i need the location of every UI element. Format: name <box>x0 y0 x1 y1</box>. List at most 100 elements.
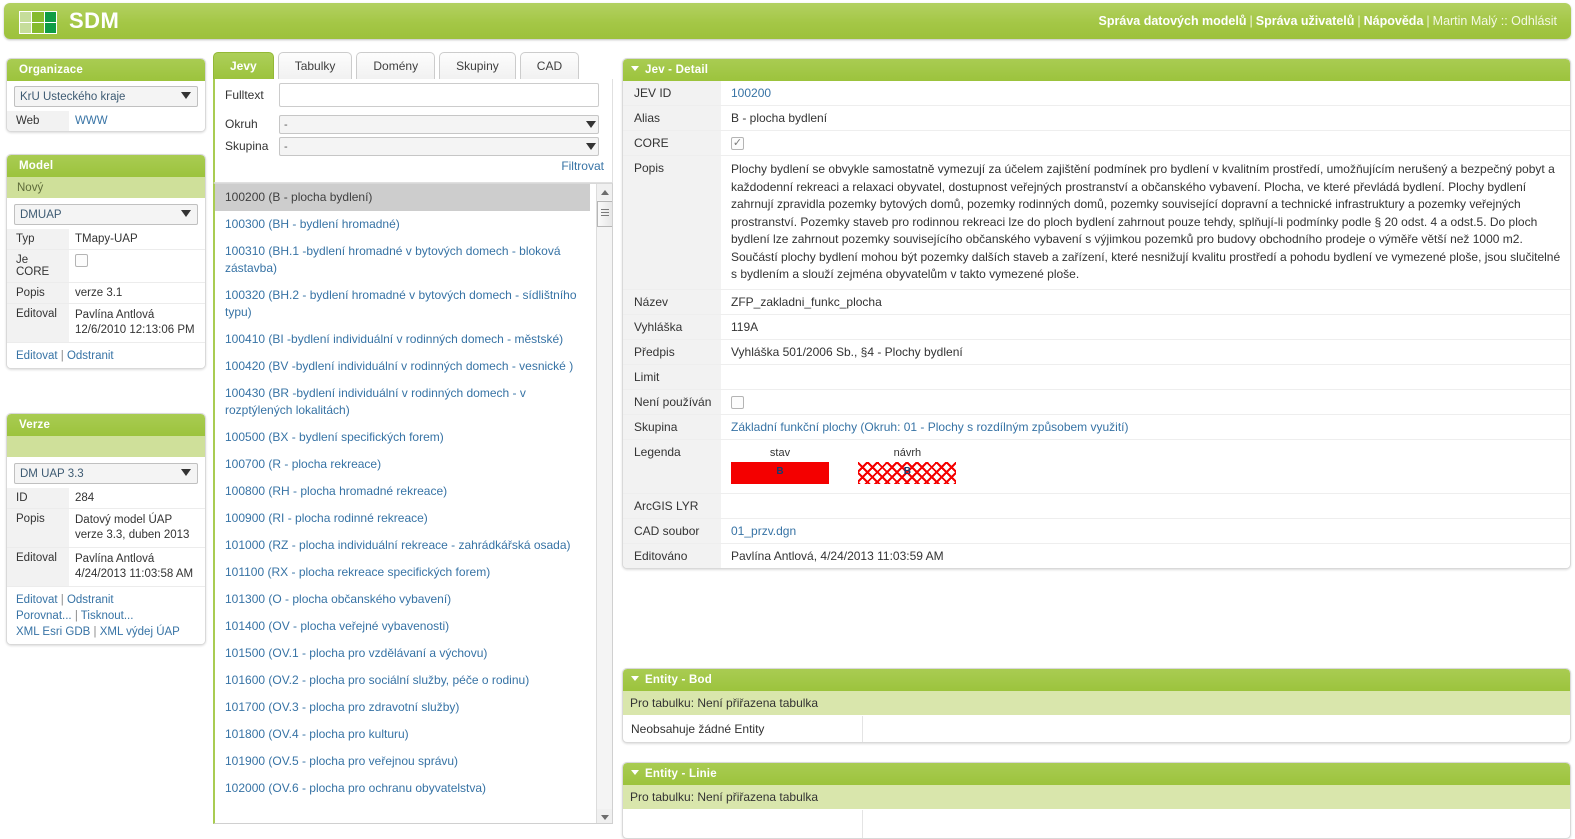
organizace-web-link[interactable]: WWW <box>75 115 108 127</box>
list-item[interactable]: 100500 (BX - bydlení specifických forem) <box>215 424 590 451</box>
nav-sprava-uzivatelu[interactable]: Správa uživatelů <box>1256 14 1355 28</box>
panel-entity-linie-header[interactable]: Entity - Linie <box>623 763 1570 785</box>
list-item[interactable]: 100320 (BH.2 - bydlení hromadné v bytový… <box>215 282 590 326</box>
vyhlaska-label: Vyhláška <box>623 314 721 340</box>
okruh-select[interactable]: - <box>279 115 599 134</box>
panel-entity-bod-title: Entity - Bod <box>645 674 712 686</box>
model-new-row[interactable]: Nový <box>7 177 205 199</box>
nav-sprava-datovych-modelu[interactable]: Správa datových modelů <box>1099 14 1247 28</box>
table-row: ArcGIS LYR <box>623 493 1570 520</box>
list-item[interactable]: 101900 (OV.5 - plocha pro veřejnou správ… <box>215 748 590 775</box>
tab-jevy[interactable]: Jevy <box>213 52 274 79</box>
skupina-detail-link[interactable]: Základní funkční plochy (Okruh: 01 - Plo… <box>731 420 1129 434</box>
alias-label: Alias <box>623 105 721 131</box>
skupina-label: Skupina <box>225 139 269 153</box>
jev-id-value: 100200 <box>721 81 1570 106</box>
fulltext-input[interactable] <box>279 83 599 107</box>
panel-entity-bod: Entity - Bod Pro tabulku: Není přiřazena… <box>622 668 1571 743</box>
list-item[interactable]: 101000 (RZ - plocha individuální rekreac… <box>215 532 590 559</box>
user-logout-label[interactable]: Martin Malý :: Odhlásit <box>1433 14 1557 28</box>
list-item[interactable]: 100420 (BV -bydlení individuální v rodin… <box>215 353 590 380</box>
organizace-web-label: Web <box>7 111 69 131</box>
verze-popis-value: Datový model ÚAP verze 3.3, duben 2013 <box>69 508 205 548</box>
panel-jev-detail-header[interactable]: Jev - Detail <box>623 59 1570 81</box>
entity-bod-subline: Pro tabulku: Není přiřazena tabulka <box>623 691 1570 716</box>
scroll-down-button[interactable] <box>597 809 612 823</box>
core-checkbox[interactable] <box>731 137 744 151</box>
caret-down-icon[interactable] <box>631 66 639 72</box>
model-new-link[interactable]: Nový <box>17 182 43 194</box>
list-item[interactable]: 101500 (OV.1 - plocha pro vzdělávaní a v… <box>215 640 590 667</box>
list-item[interactable]: 101100 (RX - plocha rekreace specifickýc… <box>215 559 590 586</box>
list-item[interactable]: 100310 (BH.1 -bydlení hromadné v bytovýc… <box>215 238 590 282</box>
neni-pouzivan-checkbox[interactable] <box>731 396 744 410</box>
list-item[interactable]: 101700 (OV.3 - plocha pro zdravotní služ… <box>215 694 590 721</box>
verze-xml-vydej-uap-link[interactable]: XML výdej ÚAP <box>100 626 180 638</box>
list-item[interactable]: 101600 (OV.2 - plocha pro sociální služb… <box>215 667 590 694</box>
skupina-select[interactable]: - <box>279 137 599 156</box>
verze-select-wrapper[interactable]: DM UAP 3.3 <box>7 458 205 488</box>
tab-domeny[interactable]: Domény <box>356 52 436 79</box>
list-item[interactable]: 100800 (RH - plocha hromadné rekreace) <box>215 478 590 505</box>
list-item[interactable]: 100900 (RI - plocha rodinné rekreace) <box>215 505 590 532</box>
verze-xml-esri-gdb-link[interactable]: XML Esri GDB <box>16 626 90 638</box>
fulltext-label: Fulltext <box>225 88 264 102</box>
verze-compare-link[interactable]: Porovnat... <box>16 610 72 622</box>
jev-id-link[interactable]: 100200 <box>731 86 771 100</box>
verze-delete-link[interactable]: Odstranit <box>67 594 114 606</box>
model-jecore-checkbox[interactable] <box>75 254 88 267</box>
tab-skupiny[interactable]: Skupiny <box>439 52 516 79</box>
skupina-detail-label: Skupina <box>623 414 721 441</box>
tab-cad[interactable]: CAD <box>519 52 580 79</box>
jevy-list[interactable]: 100200 (B - plocha bydlení) 100300 (BH - … <box>213 183 613 824</box>
cad-soubor-value: 01_przv.dgn <box>721 518 1570 545</box>
panel-entity-linie-title: Entity - Linie <box>645 768 717 780</box>
verze-select[interactable]: DM UAP 3.3 <box>14 463 198 484</box>
cad-soubor-link[interactable]: 01_przv.dgn <box>731 524 796 538</box>
entity-bod-empty-filler <box>863 716 1570 742</box>
tab-tabulky[interactable]: Tabulky <box>277 52 353 79</box>
model-fields: Typ TMapy-UAP Je CORE Popis verze 3.1 Ed… <box>7 229 205 342</box>
neni-pouzivan-value <box>721 389 1570 416</box>
nav-napoveda[interactable]: Nápověda <box>1364 14 1424 28</box>
model-jecore-label: Je CORE <box>7 249 69 283</box>
caret-down-icon[interactable] <box>631 676 639 682</box>
filtrovat-button[interactable]: Filtrovat <box>561 159 604 173</box>
popis-value: Plochy bydlení se obvykle samostatně vym… <box>721 155 1570 290</box>
cad-soubor-label: CAD soubor <box>623 518 721 545</box>
model-edit-link[interactable]: Editovat <box>16 350 58 362</box>
panel-model-title: Model <box>7 155 205 177</box>
list-item[interactable]: 100430 (BR -bydlení individuální v rodin… <box>215 380 590 424</box>
limit-value <box>721 364 1570 390</box>
model-select[interactable]: DMUAP <box>14 204 198 225</box>
filter-panel: Fulltext Okruh - Skupina - Filtrovat <box>213 79 613 183</box>
verze-edit-link[interactable]: Editovat <box>16 594 58 606</box>
list-item[interactable]: 100200 (B - plocha bydlení) <box>215 184 590 211</box>
list-item[interactable]: 100300 (BH - bydlení hromadné) <box>215 211 590 238</box>
list-item[interactable]: 101300 (O - plocha občanského vybavení) <box>215 586 590 613</box>
legend-stav-swatch: B <box>731 462 829 485</box>
organizace-select-wrapper[interactable]: KrÚ Ústeckého kraje <box>7 81 205 111</box>
list-item[interactable]: 101800 (OV.4 - plocha pro kulturu) <box>215 721 590 748</box>
nazev-value: ZFP_zakladni_funkc_plocha <box>721 289 1570 315</box>
editovano-label: Editováno <box>623 543 721 569</box>
model-delete-link[interactable]: Odstranit <box>67 350 114 362</box>
list-item[interactable]: 101400 (OV - plocha veřejné vybavenosti) <box>215 613 590 640</box>
table-row: Popis Plochy bydlení se obvykle samostat… <box>623 155 1570 290</box>
panel-entity-bod-header[interactable]: Entity - Bod <box>623 669 1570 691</box>
list-item[interactable]: 102000 (OV.6 - plocha pro ochranu obyvat… <box>215 775 590 802</box>
predpis-label: Předpis <box>623 339 721 365</box>
jevy-list-scrollbar[interactable] <box>596 184 612 823</box>
scrollbar-thumb[interactable] <box>597 201 612 227</box>
table-row: CORE <box>623 130 1570 157</box>
caret-down-icon[interactable] <box>631 770 639 776</box>
nav-separator-1: | <box>1249 14 1253 28</box>
panel-jev-detail: Jev - Detail JEV ID 100200 Alias B - plo… <box>622 58 1571 570</box>
list-item[interactable]: 100410 (BI -bydlení individuální v rodin… <box>215 326 590 353</box>
scroll-up-button[interactable] <box>597 184 612 200</box>
tab-bar: Jevy Tabulky Domény Skupiny CAD <box>213 52 583 79</box>
verze-print-link[interactable]: Tisknout... <box>81 610 134 622</box>
organizace-select[interactable]: KrÚ Ústeckého kraje <box>14 86 198 107</box>
model-select-wrapper[interactable]: DMUAP <box>7 199 205 229</box>
list-item[interactable]: 100700 (R - plocha rekreace) <box>215 451 590 478</box>
